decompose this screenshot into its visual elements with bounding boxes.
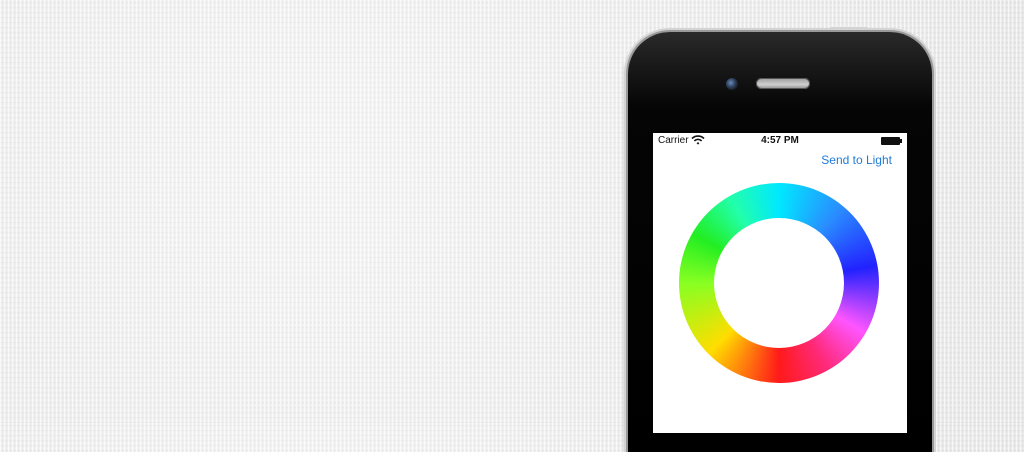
earpiece-speaker — [756, 78, 810, 89]
battery-icon — [881, 137, 902, 145]
front-camera — [726, 78, 738, 90]
status-time: 4:57 PM — [761, 135, 799, 146]
color-wheel[interactable] — [679, 183, 879, 383]
phone-screen: Carrier 4:57 PM Send to Light — [653, 133, 907, 433]
status-bar: Carrier 4:57 PM — [653, 133, 907, 149]
send-to-light-button[interactable]: Send to Light — [821, 153, 892, 167]
color-wheel-center — [714, 218, 844, 348]
phone-frame: Carrier 4:57 PM Send to Light — [628, 32, 932, 452]
